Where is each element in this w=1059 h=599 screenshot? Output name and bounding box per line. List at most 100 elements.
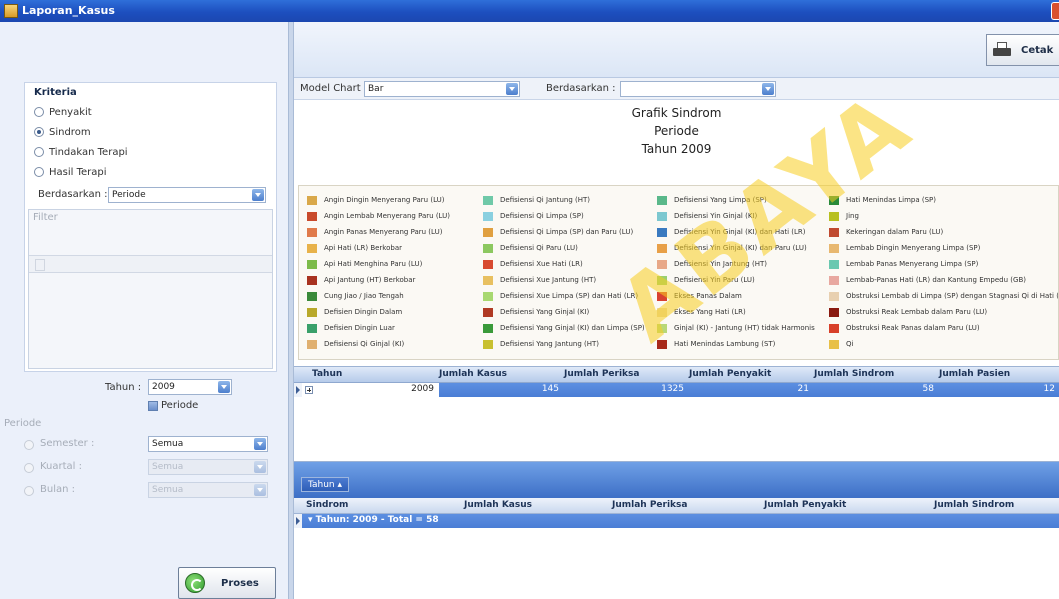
kuartal-value: Semua xyxy=(152,462,184,472)
chevron-down-icon[interactable] xyxy=(254,484,266,496)
chevron-down-icon[interactable] xyxy=(254,438,266,450)
legend-label: Lembab Dingin Menyerang Limpa (SP) xyxy=(846,244,981,252)
legend-swatch xyxy=(307,323,317,333)
table-row[interactable]: 2009 145 1325 21 58 12 xyxy=(294,383,1059,397)
legend-swatch xyxy=(483,323,493,333)
chevron-down-icon[interactable] xyxy=(218,381,230,393)
tahun-label: Tahun : xyxy=(105,382,142,393)
berdasarkan-chart-label: Berdasarkan : xyxy=(546,83,616,94)
row-selection: 145 1325 21 58 12 xyxy=(439,383,1059,397)
radio-circle-selected[interactable] xyxy=(34,127,44,137)
radio-tindakan-terapi[interactable]: Tindakan Terapi xyxy=(34,145,128,159)
legend-swatch xyxy=(657,291,667,301)
radio-circle[interactable] xyxy=(34,107,44,117)
title-bar: Laporan_Kasus xyxy=(0,0,1059,22)
expand-icon[interactable] xyxy=(305,386,313,394)
semester-value: Semua xyxy=(152,439,184,449)
col-header-jumlah-sindrom[interactable]: Jumlah Sindrom xyxy=(934,500,1014,510)
legend-label: Ginjal (KI) - Jantung (HT) tidak Harmoni… xyxy=(674,324,815,332)
group-row[interactable]: ▾ Tahun: 2009 - Total = 58 xyxy=(294,514,1059,528)
col-header-jumlah-periksa[interactable]: Jumlah Periksa xyxy=(564,369,639,379)
col-header-jumlah-periksa[interactable]: Jumlah Periksa xyxy=(612,500,687,510)
bulan-select[interactable]: Semua xyxy=(148,482,268,498)
model-chart-select[interactable]: Bar xyxy=(364,81,520,97)
radio-circle[interactable] xyxy=(34,167,44,177)
col-header-jumlah-penyakit[interactable]: Jumlah Penyakit xyxy=(764,500,846,510)
summary-grid-header: Tahun Jumlah Kasus Jumlah Periksa Jumlah… xyxy=(294,367,1059,383)
legend-item: Api Hati Menghina Paru (LU) xyxy=(307,256,487,272)
semester-select[interactable]: Semua xyxy=(148,436,268,452)
legend-swatch xyxy=(657,259,667,269)
col-header-jumlah-sindrom[interactable]: Jumlah Sindrom xyxy=(814,369,894,379)
col-header-jumlah-kasus[interactable]: Jumlah Kasus xyxy=(464,500,532,510)
legend-swatch xyxy=(307,291,317,301)
radio-circle[interactable] xyxy=(34,147,44,157)
col-header-jumlah-pasien[interactable]: Jumlah Pasien xyxy=(939,369,1010,379)
legend-swatch xyxy=(657,195,667,205)
berdasarkan-chart-select[interactable] xyxy=(620,81,776,97)
cell-jumlah-kasus: 145 xyxy=(541,384,559,394)
legend-label: Obstruksi Reak Panas dalam Paru (LU) xyxy=(846,324,980,332)
legend-swatch xyxy=(307,227,317,237)
chevron-down-icon[interactable] xyxy=(762,83,774,95)
col-header-tahun[interactable]: Tahun xyxy=(312,369,342,379)
legend-item: Defisiensi Xue Hati (LR) xyxy=(483,256,663,272)
radio-penyakit[interactable]: Penyakit xyxy=(34,105,92,119)
legend-item: Qi xyxy=(829,336,1009,352)
legend-label: Defisiensi Yin Paru (LU) xyxy=(674,276,755,284)
app-icon xyxy=(4,4,18,18)
legend-item: Obstruksi Reak Lembab dalam Paru (LU) xyxy=(829,304,1009,320)
legend-item: Defisiensi Yang Limpa (SP) xyxy=(657,192,837,208)
legend-item: Defisiensi Xue Limpa (SP) dan Hati (LR) xyxy=(483,288,663,304)
kuartal-radio[interactable] xyxy=(24,463,34,473)
berdasarkan-label: Berdasarkan : xyxy=(38,189,108,200)
col-header-jumlah-penyakit[interactable]: Jumlah Penyakit xyxy=(689,369,771,379)
periode-group-title: Periode xyxy=(4,418,42,429)
chevron-down-icon[interactable] xyxy=(252,189,264,201)
legend-item: Defisiensi Qi Ginjal (KI) xyxy=(307,336,487,352)
legend-swatch xyxy=(483,307,493,317)
legend-item: Defisien Dingin Dalam xyxy=(307,304,487,320)
legend-column: Hati Menindas Limpa (SP) Jing Kekeringan d… xyxy=(829,192,1058,352)
legend-item: Defisiensi Yang Jantung (HT) xyxy=(483,336,663,352)
legend-swatch xyxy=(307,275,317,285)
radio-hasil-terapi[interactable]: Hasil Terapi xyxy=(34,165,107,179)
legend-item: Angin Dingin Menyerang Paru (LU) xyxy=(307,192,487,208)
legend-item: Defisiensi Xue Jantung (HT) xyxy=(483,272,663,288)
bulan-radio[interactable] xyxy=(24,486,34,496)
model-chart-label: Model Chart : xyxy=(300,83,368,94)
filter-row-indicator xyxy=(35,259,45,271)
chevron-down-icon[interactable] xyxy=(506,83,518,95)
chevron-down-icon[interactable] xyxy=(254,461,266,473)
semester-radio[interactable] xyxy=(24,440,34,450)
kuartal-select[interactable]: Semua xyxy=(148,459,268,475)
radio-sindrom[interactable]: Sindrom xyxy=(34,125,91,139)
col-header-sindrom[interactable]: Sindrom xyxy=(306,500,348,510)
legend-label: Api Hati (LR) Berkobar xyxy=(324,244,403,252)
close-button[interactable] xyxy=(1051,2,1059,20)
periode-checkbox[interactable] xyxy=(148,401,158,411)
filter-row[interactable] xyxy=(29,255,272,273)
legend-item: Lembab Dingin Menyerang Limpa (SP) xyxy=(829,240,1009,256)
proses-button[interactable]: Proses xyxy=(178,567,276,599)
tahun-select[interactable]: 2009 xyxy=(148,379,232,395)
group-chip-tahun[interactable]: Tahun ▴ xyxy=(301,477,350,492)
bulan-value: Semua xyxy=(152,485,184,495)
detail-grid: Tahun ▴ Sindrom Jumlah Kasus Jumlah Peri… xyxy=(294,461,1059,599)
detail-grid-header: Sindrom Jumlah Kasus Jumlah Periksa Juml… xyxy=(294,498,1059,514)
legend-label: Ekses Yang Hati (LR) xyxy=(674,308,746,316)
legend-label: Defisiensi Yin Jantung (HT) xyxy=(674,260,767,268)
col-header-jumlah-kasus[interactable]: Jumlah Kasus xyxy=(439,369,507,379)
legend-item: Angin Panas Menyerang Paru (LU) xyxy=(307,224,487,240)
legend-item: Cung Jiao / Jiao Tengah xyxy=(307,288,487,304)
cetak-button[interactable]: Cetak xyxy=(986,34,1059,66)
legend-column: Defisiensi Qi Jantung (HT) Defisiensi Qi … xyxy=(483,192,663,352)
berdasarkan-select[interactable]: Periode xyxy=(108,187,266,203)
legend-label: Defisiensi Yang Jantung (HT) xyxy=(500,340,600,348)
legend-label: Api Hati Menghina Paru (LU) xyxy=(324,260,423,268)
summary-grid: Tahun Jumlah Kasus Jumlah Periksa Jumlah… xyxy=(294,366,1059,461)
radio-label: Sindrom xyxy=(49,126,91,138)
legend-label: Defisien Dingin Dalam xyxy=(324,308,403,316)
legend-label: Cung Jiao / Jiao Tengah xyxy=(324,292,404,300)
bulan-label: Bulan : xyxy=(40,484,75,495)
